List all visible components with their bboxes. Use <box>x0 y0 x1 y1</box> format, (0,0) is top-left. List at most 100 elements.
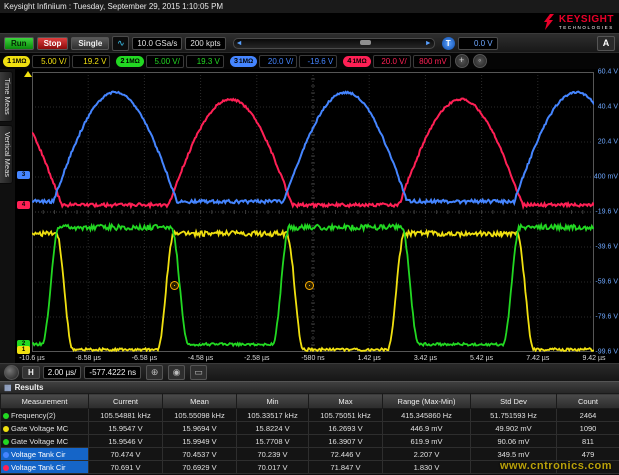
channel-2-badge[interactable]: 21MΩ <box>116 56 143 67</box>
column-header[interactable]: Min <box>237 394 309 409</box>
results-icon: ▦ <box>4 383 12 392</box>
y-axis-label: 40.4 V <box>598 104 618 111</box>
oscilloscope-app: Keysight Infiniium : Tuesday, September … <box>0 0 619 475</box>
channel-3-offset[interactable]: -19.6 V <box>299 55 337 68</box>
x-axis-label: 5.42 µs <box>470 355 493 362</box>
measurement-min: 70.017 V <box>237 461 309 474</box>
channel-1-badge[interactable]: 11MΩ <box>3 56 30 67</box>
measurement-max: 16.2693 V <box>309 422 383 435</box>
channel-2: 21MΩ 5.00 V/ 19.3 V <box>116 55 223 68</box>
horizontal-label[interactable]: H <box>22 366 40 379</box>
column-header[interactable]: Count <box>557 394 619 409</box>
channel-4-offset[interactable]: 800 mV <box>413 55 451 68</box>
slider-right-arrow-icon[interactable]: ► <box>425 39 432 48</box>
slider-left-arrow-icon[interactable]: ◄ <box>236 39 243 48</box>
tab-time-meas[interactable]: Time Meas <box>0 71 13 122</box>
watermark: www.cntronics.com <box>500 460 612 472</box>
measurement-name[interactable]: Gate Voltage MC <box>1 422 89 435</box>
horizontal-position-slider[interactable]: ◄ ► <box>233 38 435 49</box>
measure-icon[interactable]: ◉ <box>168 365 185 380</box>
measurement-row[interactable]: Gate Voltage MC15.9547 V15.9694 V15.8224… <box>1 422 619 435</box>
x-axis-label: -580 ns <box>301 355 324 362</box>
channel-4-badge[interactable]: 41MΩ <box>343 56 370 67</box>
measurement-mean: 105.55098 kHz <box>163 409 237 422</box>
channel-1-offset[interactable]: 19.2 V <box>72 55 110 68</box>
measurement-name[interactable]: Gate Voltage MC <box>1 435 89 448</box>
channel-4-scale[interactable]: 20.0 V/ <box>373 55 411 68</box>
keysight-logo: KEYSIGHT TECHNOLOGIES <box>542 14 614 31</box>
scope-graticule <box>32 72 594 352</box>
measurement-row[interactable]: Frequency(2)105.54881 kHz105.55098 kHz 10… <box>1 409 619 422</box>
column-header[interactable]: Mean <box>163 394 237 409</box>
channel-bar: 11MΩ 5.00 V/ 19.2 V 21MΩ 5.00 V/ 19.3 V … <box>3 55 451 68</box>
column-header[interactable]: Current <box>89 394 163 409</box>
measurement-max: 105.75051 kHz <box>309 409 383 422</box>
x-axis-label: -8.58 µs <box>75 355 100 362</box>
add-waveform-button[interactable]: + <box>455 54 469 68</box>
channel-1-scale[interactable]: 5.00 V/ <box>32 55 70 68</box>
channel-2-offset[interactable]: 19.3 V <box>186 55 224 68</box>
measurement-current: 70.474 V <box>89 448 163 461</box>
channel-3-ground-marker[interactable]: 3 <box>17 171 30 179</box>
measurement-name[interactable]: Voltage Tank Cir <box>1 461 89 474</box>
memory-depth-box[interactable]: 200 kpts <box>185 37 225 50</box>
timebase-position-box[interactable]: -577.4222 ns <box>84 366 141 379</box>
measurement-max: 72.446 V <box>309 448 383 461</box>
stop-button[interactable]: Stop <box>37 37 69 50</box>
x-axis-label: -6.58 µs <box>132 355 157 362</box>
annotation-icon[interactable]: A <box>597 36 615 51</box>
slider-thumb[interactable] <box>360 40 371 45</box>
channel-4: 41MΩ 20.0 V/ 800 mV <box>343 55 450 68</box>
column-header[interactable]: Std Dev <box>471 394 557 409</box>
sample-rate-box[interactable]: 10.0 GSa/s <box>132 37 182 50</box>
measurement-current: 105.54881 kHz <box>89 409 163 422</box>
y-axis-label: -19.6 V <box>595 209 618 216</box>
channel-1-ground-marker[interactable]: 1 <box>17 346 30 354</box>
waveform-menu-button[interactable]: ◦ <box>473 54 487 68</box>
channel-3-scale[interactable]: 20.0 V/ <box>259 55 297 68</box>
channel-2-scale[interactable]: 5.00 V/ <box>146 55 184 68</box>
column-header[interactable]: Range (Max-Min) <box>383 394 471 409</box>
tab-vertical-meas[interactable]: Vertical Meas <box>0 125 13 184</box>
trigger-level-box[interactable]: 0.0 V <box>458 37 498 50</box>
trigger-icon[interactable]: T <box>442 37 455 50</box>
waveform-display[interactable] <box>32 72 594 352</box>
measurement-min: 15.8224 V <box>237 422 309 435</box>
measurement-std: 51.751593 Hz <box>471 409 557 422</box>
measurement-current: 15.9546 V <box>89 435 163 448</box>
measurement-gate-marker-1[interactable] <box>170 281 179 290</box>
horizontal-knob-icon[interactable] <box>4 365 19 380</box>
measurement-current: 15.9547 V <box>89 422 163 435</box>
channel-3-badge[interactable]: 31MΩ <box>230 56 257 67</box>
window-title: Keysight Infiniium : Tuesday, September … <box>4 2 223 11</box>
run-button[interactable]: Run <box>4 37 34 50</box>
x-axis-label: 7.42 µs <box>526 355 549 362</box>
markers-icon[interactable]: ⊕ <box>146 365 163 380</box>
measurement-range: 2.207 V <box>383 448 471 461</box>
y-axis-label: -59.6 V <box>595 279 618 286</box>
measurement-row[interactable]: Voltage Tank Cir70.474 V70.4537 V70.239 … <box>1 448 619 461</box>
timebase-scale-box[interactable]: 2.00 µs/ <box>43 366 82 379</box>
ch1-offset-clamp-marker[interactable] <box>24 71 32 77</box>
acquisition-mode-icon[interactable]: ∿ <box>112 36 129 51</box>
measurement-mean: 15.9949 V <box>163 435 237 448</box>
measurement-count: 811 <box>557 435 619 448</box>
column-header[interactable]: Max <box>309 394 383 409</box>
channel-dot <box>3 426 9 432</box>
channel-4-ground-marker[interactable]: 4 <box>17 201 30 209</box>
logo-band: KEYSIGHT TECHNOLOGIES <box>0 13 619 33</box>
column-header[interactable]: Measurement <box>1 394 89 409</box>
channel-dot <box>3 439 9 445</box>
measurement-gate-marker-2[interactable] <box>305 281 314 290</box>
measurement-name[interactable]: Voltage Tank Cir <box>1 448 89 461</box>
measurement-count: 2464 <box>557 409 619 422</box>
measurement-name[interactable]: Frequency(2) <box>1 409 89 422</box>
single-button[interactable]: Single <box>71 37 109 50</box>
measurement-min: 70.239 V <box>237 448 309 461</box>
display-icon[interactable]: ▭ <box>190 365 207 380</box>
y-axis-label: 60.4 V <box>598 69 618 76</box>
measurement-row[interactable]: Gate Voltage MC15.9546 V15.9949 V15.7708… <box>1 435 619 448</box>
measurement-current: 70.691 V <box>89 461 163 474</box>
x-axis-label: 1.42 µs <box>358 355 381 362</box>
title-bar: Keysight Infiniium : Tuesday, September … <box>0 0 619 13</box>
